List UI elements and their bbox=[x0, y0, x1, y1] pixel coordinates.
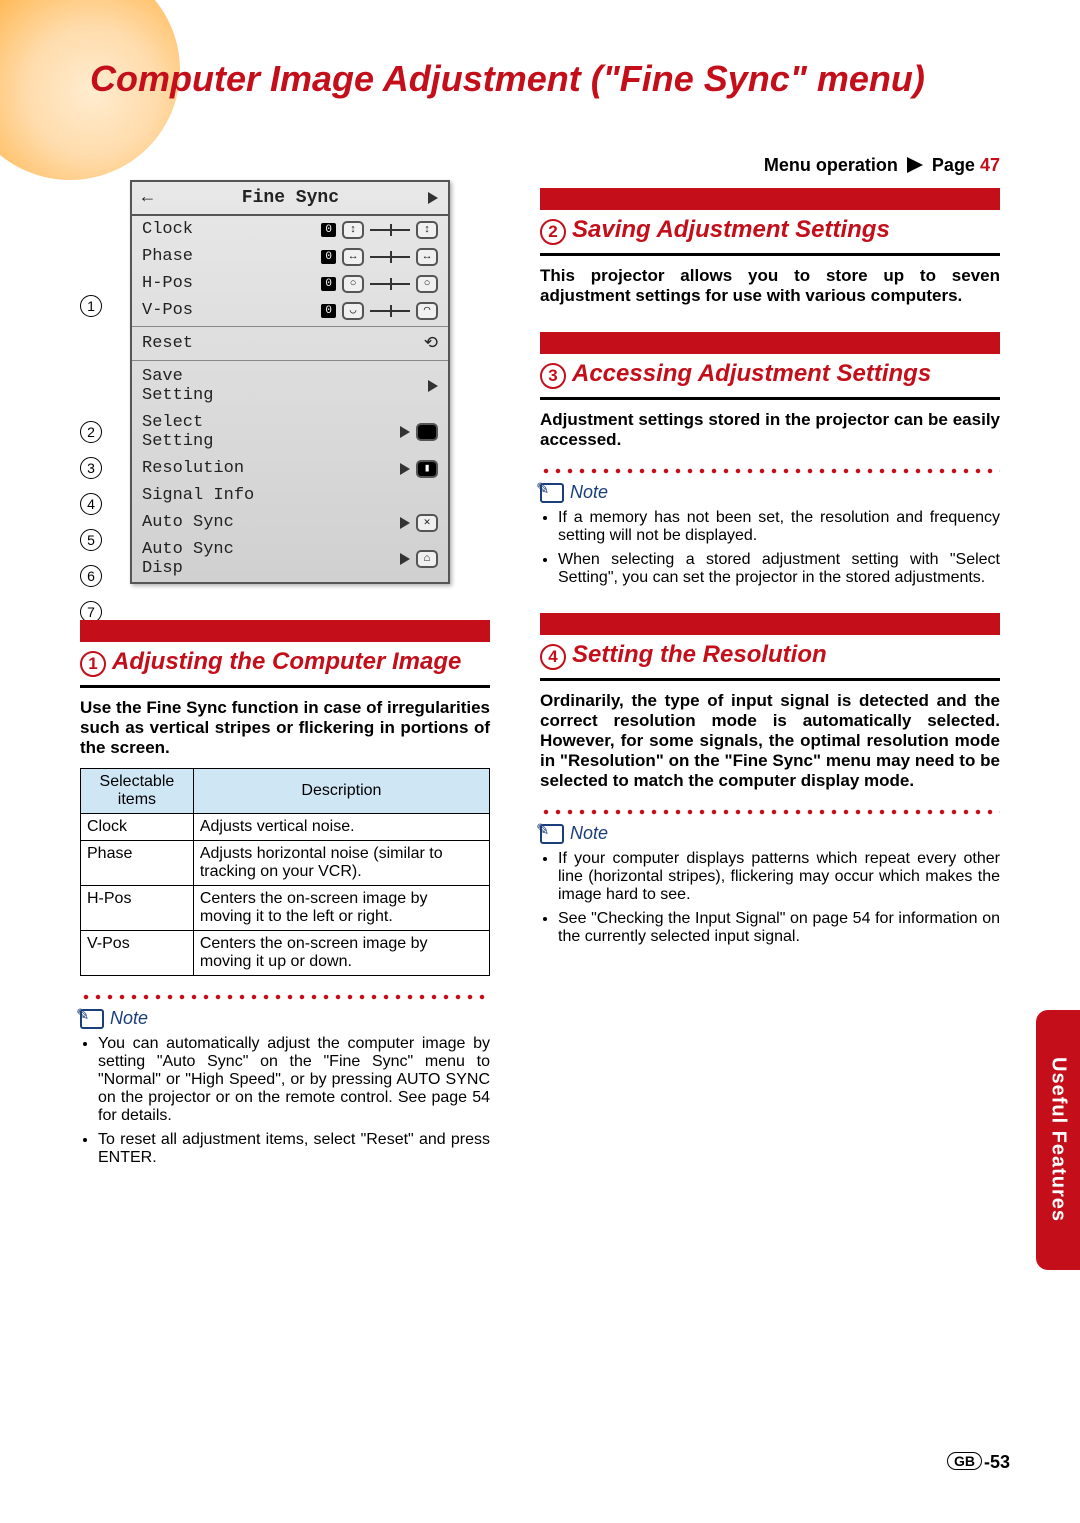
dotted-rule bbox=[540, 468, 1000, 474]
osd-item-clock: Clock bbox=[142, 220, 262, 239]
section-divider-bar bbox=[80, 620, 490, 642]
note-heading: Note bbox=[540, 823, 1000, 844]
osd-item-phase: Phase bbox=[142, 247, 262, 266]
side-tab-useful-features: Useful Features bbox=[1036, 1010, 1080, 1270]
osd-item-autosyncdisp: Auto Sync Disp bbox=[142, 540, 262, 578]
note-icon bbox=[80, 1009, 104, 1029]
section-4-intro: Ordinarily, the type of input signal is … bbox=[540, 691, 1000, 791]
osd-item-signal: Signal Info bbox=[142, 486, 262, 505]
osd-forward-icon bbox=[428, 192, 438, 204]
section-divider-bar bbox=[540, 613, 1000, 635]
section-3-heading: 3Accessing Adjustment Settings bbox=[540, 354, 1000, 400]
osd-item-vpos: V-Pos bbox=[142, 301, 262, 320]
section-1-heading: 1Adjusting the Computer Image bbox=[80, 642, 490, 688]
osd-item-hpos: H-Pos bbox=[142, 274, 262, 293]
osd-callouts: 1 2 3 4 5 6 7 bbox=[80, 188, 110, 630]
dotted-rule bbox=[540, 809, 1000, 815]
section-4-heading: 4Setting the Resolution bbox=[540, 635, 1000, 681]
osd-back-icon: ← bbox=[142, 188, 153, 208]
note-heading: Note bbox=[540, 482, 1000, 503]
menu-operation-label: Menu operation bbox=[764, 155, 898, 175]
section-divider-bar bbox=[540, 188, 1000, 210]
note-heading: Note bbox=[80, 1008, 490, 1029]
arrow-right-icon bbox=[907, 157, 923, 173]
reset-icon: ⟲ bbox=[424, 333, 438, 354]
page-number: GB-53 bbox=[947, 1452, 1010, 1473]
osd-item-autosync: Auto Sync bbox=[142, 513, 262, 532]
page-label: Page bbox=[932, 155, 975, 175]
note-icon bbox=[540, 483, 564, 503]
note-icon bbox=[540, 824, 564, 844]
section-1-notes: You can automatically adjust the compute… bbox=[98, 1035, 490, 1167]
osd-item-resolution: Resolution bbox=[142, 459, 262, 478]
section-2-intro: This projector allows you to store up to… bbox=[540, 266, 1000, 306]
section-1-intro: Use the Fine Sync function in case of ir… bbox=[80, 698, 490, 758]
selectable-items-table: Selectable itemsDescription ClockAdjusts… bbox=[80, 768, 490, 976]
menu-operation-ref: Menu operation Page 47 bbox=[764, 155, 1000, 176]
section-divider-bar bbox=[540, 332, 1000, 354]
section-4-notes: If your computer displays patterns which… bbox=[558, 850, 1000, 946]
osd-item-save: Save Setting bbox=[142, 367, 262, 405]
osd-title: Fine Sync bbox=[242, 188, 339, 208]
osd-item-reset: Reset bbox=[142, 334, 262, 353]
osd-item-select: Select Setting bbox=[142, 413, 262, 451]
fine-sync-osd: ← Fine Sync Clock0↕↕ Phase0↔↔ H-Pos0○○ V… bbox=[130, 180, 450, 584]
section-3-notes: If a memory has not been set, the resolu… bbox=[558, 509, 1000, 587]
dotted-rule bbox=[80, 994, 490, 1000]
page-title: Computer Image Adjustment ("Fine Sync" m… bbox=[90, 58, 925, 100]
page-number-link[interactable]: 47 bbox=[980, 155, 1000, 175]
section-3-intro: Adjustment settings stored in the projec… bbox=[540, 410, 1000, 450]
section-2-heading: 2Saving Adjustment Settings bbox=[540, 210, 1000, 256]
